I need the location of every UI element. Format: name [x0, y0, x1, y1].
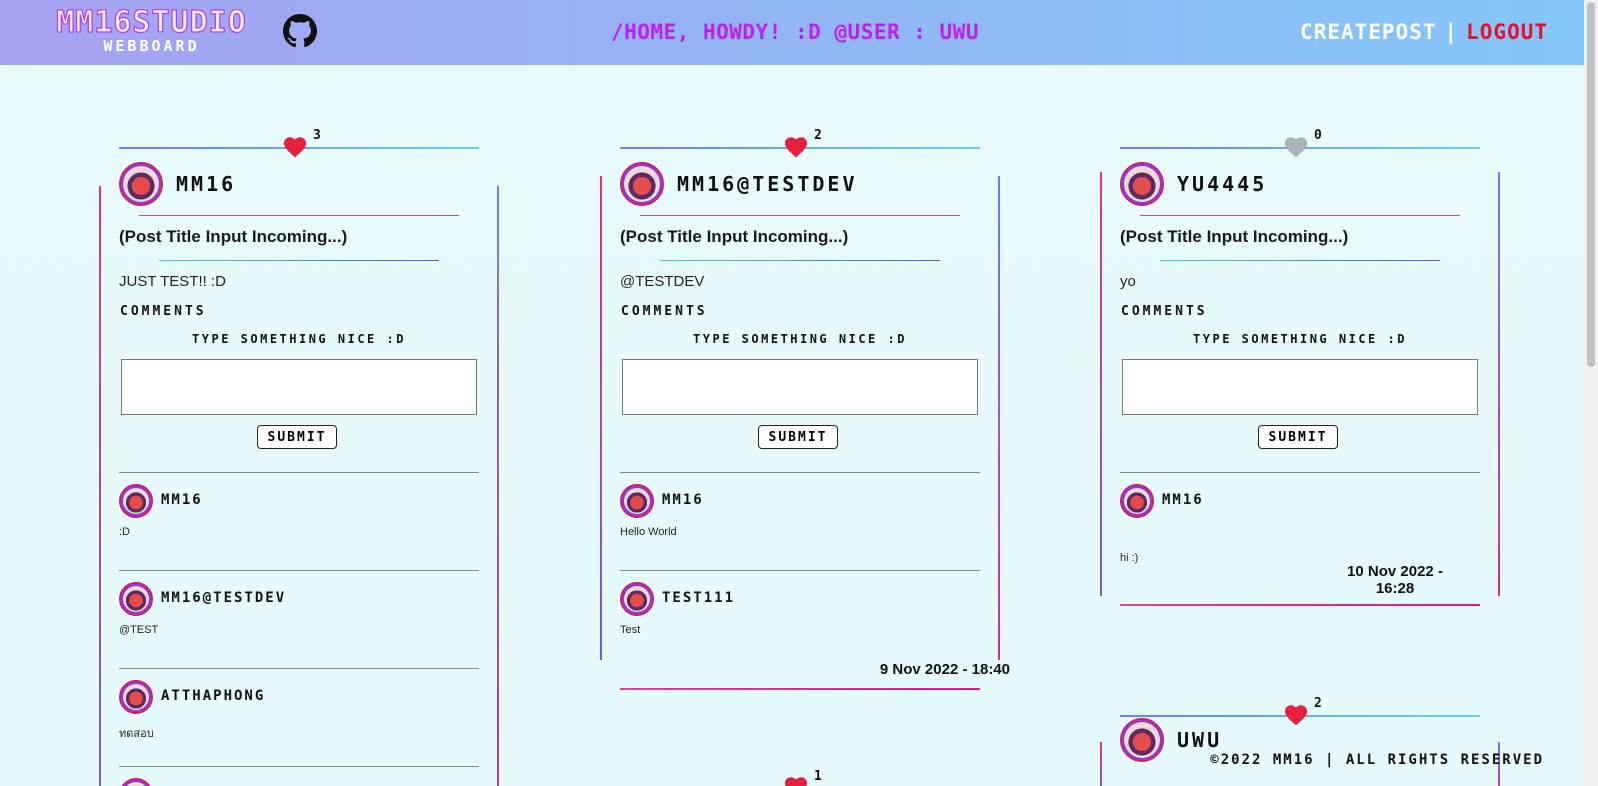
avatar [620, 484, 654, 518]
post-body: yo [1120, 273, 1136, 290]
card-border-right [497, 186, 499, 786]
like-count: 1 [814, 769, 822, 784]
card-border-left [600, 176, 602, 660]
avatar [119, 582, 153, 616]
card-border-left [1100, 742, 1102, 786]
card-border-left [99, 186, 101, 786]
avatar [1120, 162, 1164, 206]
divider [139, 215, 459, 216]
card-border-left [1100, 172, 1102, 596]
divider [660, 260, 940, 261]
post-date: 9 Nov 2022 - 18:40 [879, 661, 1010, 678]
comment-author: MM16 [662, 492, 704, 508]
post-title: (Post Title Input Incoming...) [620, 227, 849, 246]
divider [119, 766, 479, 767]
comment-text: :D [119, 526, 130, 538]
heart-icon[interactable] [783, 774, 809, 786]
heart-icon[interactable] [1283, 134, 1309, 160]
submit-comment-button[interactable]: SUBMIT [257, 425, 337, 449]
comment-input[interactable] [1122, 359, 1478, 415]
like-count: 3 [313, 128, 321, 143]
divider [640, 215, 960, 216]
comment-input[interactable] [622, 359, 978, 415]
submit-comment-button[interactable]: SUBMIT [1258, 425, 1338, 449]
heart-icon[interactable] [282, 134, 308, 160]
comment-text: Test [620, 624, 641, 636]
submit-comment-button[interactable]: SUBMIT [758, 425, 838, 449]
post-card: 2 MM16@TESTDEV (Post Title Input Incomin… [600, 128, 1010, 786]
divider [119, 472, 479, 473]
comment-prompt: TYPE SOMETHING NICE :D [1193, 332, 1407, 346]
comment-author: MM16 [1162, 492, 1204, 508]
post-card: 2 UWU [1100, 696, 1500, 786]
scrollbar-thumb[interactable] [1587, 2, 1595, 367]
comments-label: COMMENTS [621, 304, 708, 319]
create-post-link[interactable]: CREATEPOST [1300, 20, 1436, 44]
like-count: 2 [1314, 696, 1322, 711]
site-logo[interactable]: MM16STUDIO WEBBOARD [34, 4, 269, 55]
avatar [620, 582, 654, 616]
divider [119, 570, 479, 571]
card-border-right [1498, 172, 1500, 596]
avatar [119, 778, 153, 786]
footer-copyright: ©2022 MM16 | ALL RIGHTS RESERVED [1210, 752, 1544, 768]
top-nav: CREATEPOST | LOGOUT [1300, 20, 1548, 44]
heart-icon[interactable] [1283, 702, 1309, 728]
top-bar: MM16STUDIO WEBBOARD /HOME, HOWDY! :D @US… [0, 0, 1598, 65]
comment-prompt: TYPE SOMETHING NICE :D [192, 332, 406, 346]
post-body: JUST TEST!! :D [119, 273, 226, 290]
scrollbar[interactable] [1584, 0, 1598, 786]
comment-author: ATTHAPHONG [161, 688, 266, 704]
divider [620, 472, 980, 473]
post-author: MM16@TESTDEV [677, 172, 858, 196]
comment-input[interactable] [121, 359, 477, 415]
comments-label: COMMENTS [1121, 304, 1208, 319]
divider [1160, 260, 1440, 261]
comment-prompt: TYPE SOMETHING NICE :D [693, 332, 907, 346]
post-author: UWU [1177, 728, 1223, 752]
like-count: 2 [814, 128, 822, 143]
divider [620, 570, 980, 571]
like-count: 0 [1314, 128, 1322, 143]
comment-text: @TEST [119, 624, 159, 636]
card-bottom-line [1120, 604, 1480, 606]
heart-icon[interactable] [783, 134, 809, 160]
logout-link[interactable]: LOGOUT [1466, 20, 1548, 44]
github-icon[interactable] [283, 14, 317, 48]
nav-separator: | [1444, 20, 1459, 44]
post-date: 10 Nov 2022 - 16:28 [1347, 563, 1443, 597]
comment-text: ทดสอบ [119, 728, 154, 740]
greeting-text: /HOME, HOWDY! :D @USER : UWU [610, 20, 979, 44]
comment-author: MM16@TESTDEV [161, 590, 287, 606]
avatar [119, 680, 153, 714]
avatar [119, 162, 163, 206]
divider [119, 668, 479, 669]
comment-author: MM16 [161, 492, 203, 508]
card-border-right [998, 176, 1000, 660]
avatar [1120, 484, 1154, 518]
avatar [1120, 718, 1164, 762]
logo-title: MM16STUDIO [56, 4, 247, 40]
post-card: 0 YU4445 (Post Title Input Incoming...) … [1100, 128, 1500, 614]
post-author: MM16 [176, 172, 237, 196]
divider [1140, 215, 1460, 216]
post-title: (Post Title Input Incoming...) [119, 227, 348, 246]
avatar [119, 484, 153, 518]
avatar [620, 162, 664, 206]
post-card: 3 MM16 (Post Title Input Incoming...) JU… [99, 128, 499, 786]
comment-text: hi :) [1120, 552, 1139, 564]
comments-label: COMMENTS [120, 304, 207, 319]
card-bottom-line [620, 688, 980, 690]
post-author: YU4445 [1177, 172, 1268, 196]
comment-text: Hello World [620, 526, 677, 538]
post-title: (Post Title Input Incoming...) [1120, 227, 1349, 246]
comment-author: TEST111 [662, 590, 736, 606]
divider [159, 260, 439, 261]
post-body: @TESTDEV [620, 273, 705, 290]
divider [1120, 472, 1480, 473]
